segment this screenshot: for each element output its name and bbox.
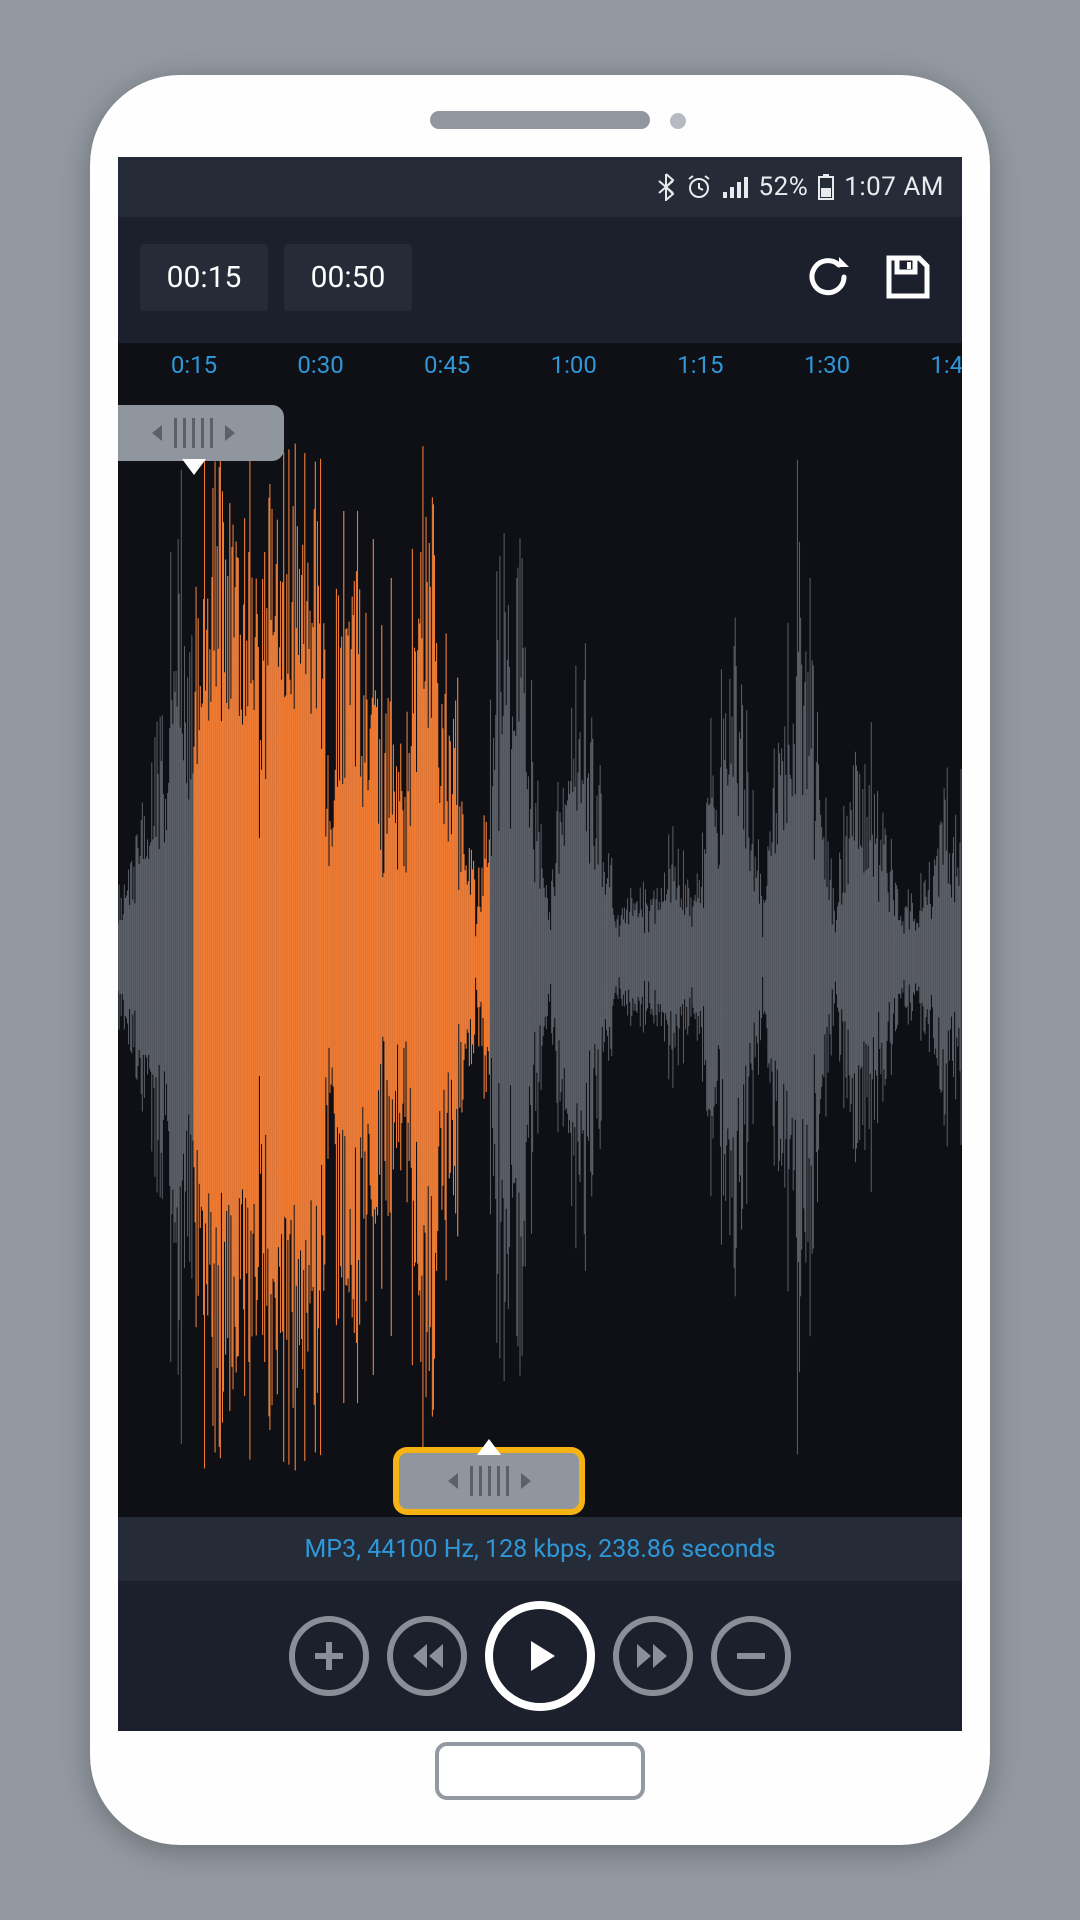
signal-icon bbox=[722, 176, 748, 198]
end-time-field[interactable]: 00:50 bbox=[284, 244, 412, 311]
trim-start-handle[interactable] bbox=[118, 405, 284, 461]
forward-icon bbox=[631, 1634, 675, 1678]
ruler-tick: 0:30 bbox=[297, 351, 343, 379]
refresh-button[interactable] bbox=[796, 245, 860, 309]
forward-button[interactable] bbox=[613, 1616, 693, 1696]
phone-frame: 52% 1:07 AM 00:15 00:50 0:15 0:30 0:45 1:00… bbox=[90, 75, 990, 1845]
chevron-right-icon bbox=[225, 425, 235, 441]
home-button[interactable] bbox=[435, 1742, 645, 1800]
app-screen: 52% 1:07 AM 00:15 00:50 0:15 0:30 0:45 1:00… bbox=[118, 157, 962, 1731]
plus-icon bbox=[309, 1636, 349, 1676]
play-icon bbox=[515, 1631, 565, 1681]
zoom-in-button[interactable] bbox=[289, 1616, 369, 1696]
ruler-tick: 0:15 bbox=[171, 351, 217, 379]
alarm-icon bbox=[686, 174, 712, 200]
save-button[interactable] bbox=[876, 245, 940, 309]
clock-time: 1:07 AM bbox=[844, 172, 944, 202]
ruler-tick: 0:45 bbox=[424, 351, 470, 379]
ruler-tick: 1:00 bbox=[551, 351, 597, 379]
battery-percent: 52% bbox=[758, 172, 808, 202]
start-time-field[interactable]: 00:15 bbox=[140, 244, 268, 311]
chevron-left-icon bbox=[152, 425, 162, 441]
transport-controls bbox=[118, 1581, 962, 1731]
bluetooth-icon bbox=[656, 173, 676, 201]
time-ruler: 0:15 0:30 0:45 1:00 1:15 1:30 1:45 bbox=[118, 343, 962, 397]
phone-camera bbox=[670, 113, 686, 129]
waveform-selection bbox=[118, 397, 962, 1517]
waveform-canvas[interactable] bbox=[118, 397, 962, 1517]
waveform-area: 0:15 0:30 0:45 1:00 1:15 1:30 1:45 bbox=[118, 343, 962, 1581]
minus-icon bbox=[731, 1636, 771, 1676]
ruler-tick: 1:45 bbox=[930, 351, 962, 379]
phone-speaker bbox=[430, 111, 650, 129]
status-bar: 52% 1:07 AM bbox=[118, 157, 962, 217]
editor-toolbar: 00:15 00:50 bbox=[118, 217, 962, 337]
ruler-tick: 1:30 bbox=[804, 351, 850, 379]
trim-end-handle[interactable] bbox=[399, 1453, 579, 1509]
rewind-icon bbox=[405, 1634, 449, 1678]
battery-icon bbox=[818, 174, 834, 200]
save-icon bbox=[883, 252, 933, 302]
zoom-out-button[interactable] bbox=[711, 1616, 791, 1696]
refresh-icon bbox=[802, 251, 854, 303]
chevron-right-icon bbox=[521, 1473, 531, 1489]
rewind-button[interactable] bbox=[387, 1616, 467, 1696]
play-button[interactable] bbox=[485, 1601, 595, 1711]
file-info-label: MP3, 44100 Hz, 128 kbps, 238.86 seconds bbox=[118, 1517, 962, 1581]
home-button-area bbox=[118, 1731, 962, 1811]
ruler-tick: 1:15 bbox=[677, 351, 723, 379]
chevron-left-icon bbox=[448, 1473, 458, 1489]
